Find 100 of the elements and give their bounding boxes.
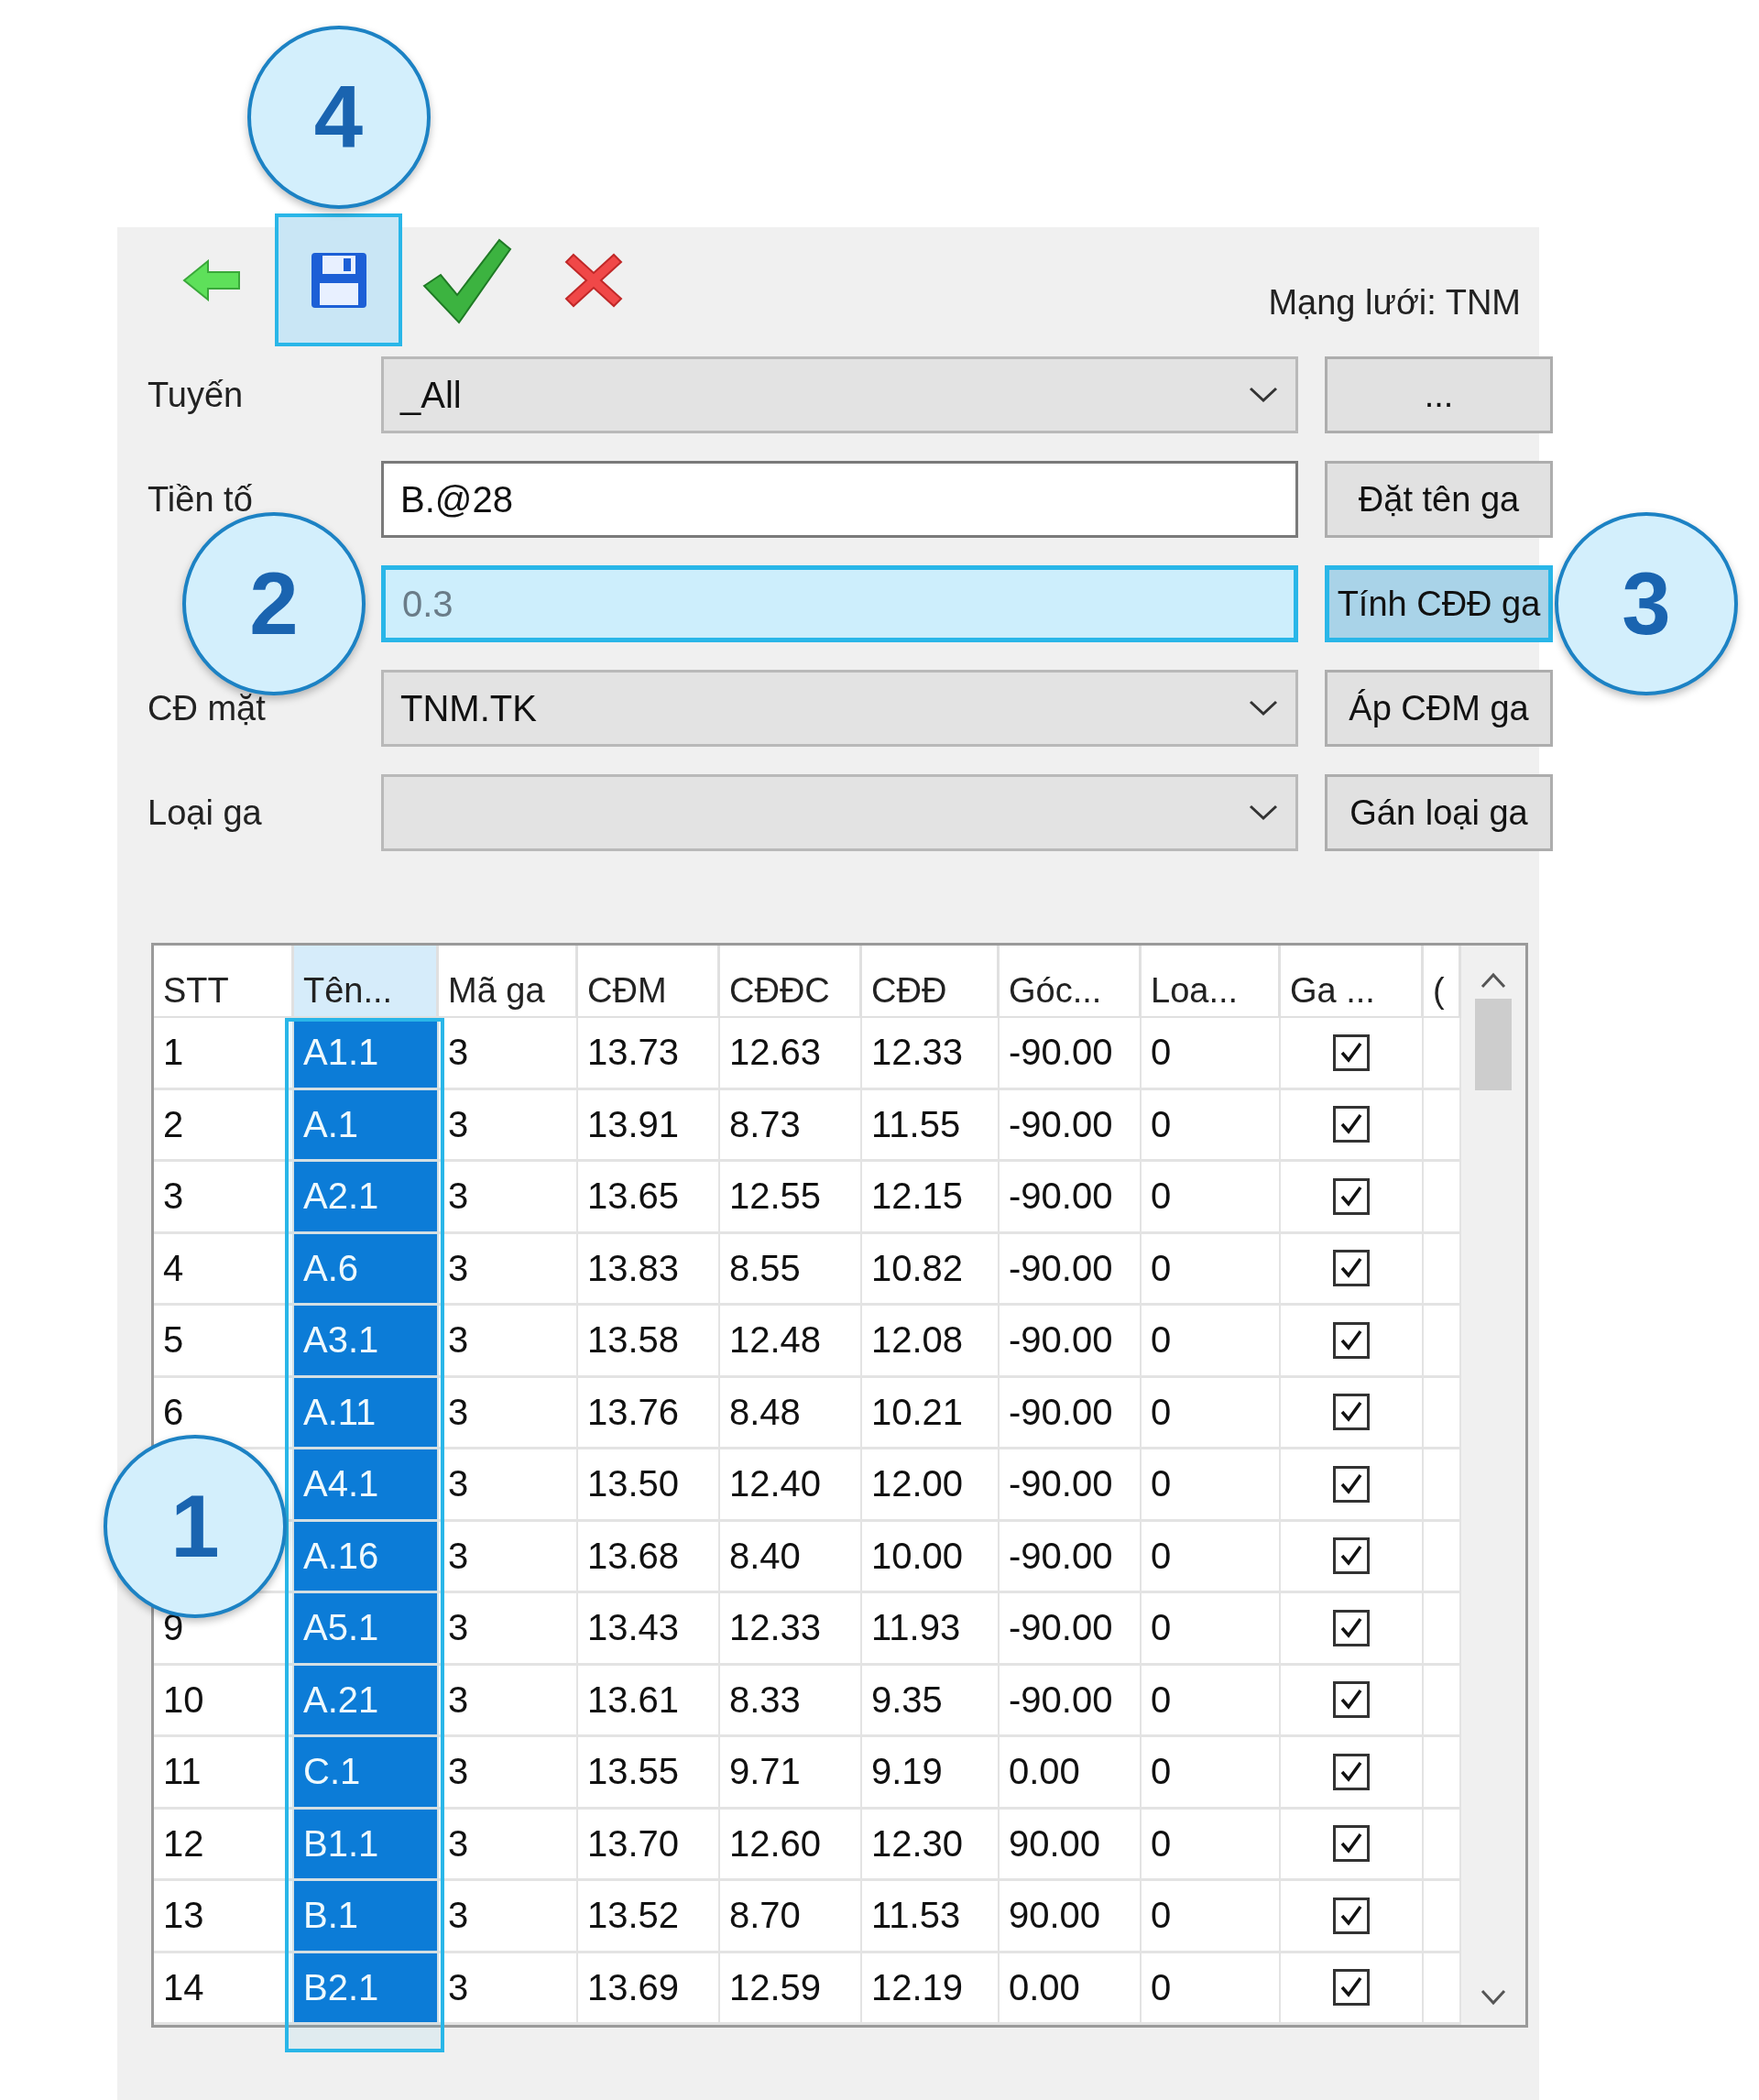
chevron-up-icon — [1480, 971, 1507, 990]
table-cell: 3 — [439, 1881, 578, 1953]
table-cell: 3 — [439, 1089, 578, 1162]
table-cell: A5.1 — [294, 1593, 439, 1666]
table-cell: 13.70 — [578, 1809, 720, 1881]
action-button[interactable]: Áp CĐM ga — [1325, 670, 1553, 747]
table-cell: A4.1 — [294, 1449, 439, 1522]
table-cell: 12.30 — [862, 1809, 1000, 1881]
action-button[interactable]: Đặt tên ga — [1325, 461, 1553, 538]
column-header[interactable]: Góc... — [1000, 946, 1142, 1018]
table-cell: 13.50 — [578, 1449, 720, 1522]
checkbox[interactable] — [1333, 1969, 1370, 2007]
checkbox[interactable] — [1333, 1250, 1370, 1287]
checkbox[interactable] — [1333, 1897, 1370, 1934]
table-cell: A.6 — [294, 1233, 439, 1306]
table-cell: 9.71 — [720, 1737, 862, 1810]
dropdown[interactable]: _All — [381, 356, 1298, 433]
column-header[interactable]: Loa... — [1142, 946, 1281, 1018]
checkbox[interactable] — [1333, 1321, 1370, 1359]
checkbox[interactable] — [1333, 1537, 1370, 1575]
table-cell: 12.00 — [862, 1449, 1000, 1522]
table-cell: 12.40 — [720, 1449, 862, 1522]
action-button[interactable]: Tính CĐĐ ga — [1325, 565, 1553, 642]
table-cell: 3 — [439, 1162, 578, 1234]
table-cell: 0 — [1142, 1665, 1281, 1737]
table-cell: A.11 — [294, 1377, 439, 1449]
table-cell: 13.91 — [578, 1089, 720, 1162]
column-header[interactable]: CĐM — [578, 946, 720, 1018]
column-header[interactable]: CĐĐC — [720, 946, 862, 1018]
table-cell: 3 — [154, 1162, 294, 1234]
table-cell: 0 — [1142, 1162, 1281, 1234]
checkbox[interactable] — [1333, 1753, 1370, 1790]
table-cell: 0 — [1142, 1018, 1281, 1090]
table-cell: A3.1 — [294, 1306, 439, 1378]
column-header[interactable]: Ga ... — [1281, 946, 1424, 1018]
table-cell: 11.93 — [862, 1593, 1000, 1666]
table-cell: 3 — [439, 1952, 578, 2025]
table-cell: -90.00 — [1000, 1377, 1142, 1449]
input-field[interactable]: B.@28 — [381, 461, 1298, 538]
table-cell: A.1 — [294, 1089, 439, 1162]
table-cell: 12.63 — [720, 1018, 862, 1090]
table-cell: 13.61 — [578, 1665, 720, 1737]
chevron-down-icon — [1248, 386, 1279, 404]
table-cell: 3 — [439, 1377, 578, 1449]
table-cell: 0 — [1142, 1952, 1281, 2025]
checkbox[interactable] — [1333, 1681, 1370, 1719]
table-cell: 9.35 — [862, 1665, 1000, 1737]
checkbox[interactable] — [1333, 1034, 1370, 1071]
table-cell: 13.76 — [578, 1377, 720, 1449]
table-cell: -90.00 — [1000, 1233, 1142, 1306]
table-cell: A.21 — [294, 1665, 439, 1737]
table-cell: -90.00 — [1000, 1089, 1142, 1162]
back-arrow-icon — [181, 258, 241, 301]
table-cell: 4 — [154, 1233, 294, 1306]
table-cell: 13.52 — [578, 1881, 720, 1953]
table-cell: 13.68 — [578, 1521, 720, 1593]
table-cell: 90.00 — [1000, 1809, 1142, 1881]
table-cell: 8.48 — [720, 1377, 862, 1449]
table-cell: 13.73 — [578, 1018, 720, 1090]
table-cell: 3 — [439, 1233, 578, 1306]
table-cell: 3 — [439, 1449, 578, 1522]
table-cell: 11 — [154, 1737, 294, 1810]
table-cell: 3 — [439, 1809, 578, 1881]
checkbox[interactable] — [1333, 1394, 1370, 1431]
checkbox[interactable] — [1333, 1106, 1370, 1143]
table-cell: 0 — [1142, 1809, 1281, 1881]
check-icon — [1339, 1903, 1363, 1928]
table-cell: B.1 — [294, 1881, 439, 1953]
action-button[interactable]: ... — [1325, 356, 1553, 433]
table-cell: -90.00 — [1000, 1162, 1142, 1234]
table-cell: 0 — [1142, 1881, 1281, 1953]
table-cell: -90.00 — [1000, 1449, 1142, 1522]
checkbox[interactable] — [1333, 1609, 1370, 1646]
table-cell: 12.60 — [720, 1809, 862, 1881]
table-cell: 12.33 — [720, 1593, 862, 1666]
column-header[interactable]: ( — [1424, 946, 1461, 1018]
table-cell: -90.00 — [1000, 1306, 1142, 1378]
table-cell: -90.00 — [1000, 1665, 1142, 1737]
checkbox[interactable] — [1333, 1177, 1370, 1215]
input-field[interactable]: 0.3 — [381, 565, 1298, 642]
table-cell: 13.58 — [578, 1306, 720, 1378]
save-button[interactable] — [275, 213, 402, 346]
table-cell: 3 — [439, 1665, 578, 1737]
column-header[interactable]: Tên... — [294, 946, 439, 1018]
callout-number: 3 — [1555, 512, 1738, 695]
column-header[interactable]: CĐĐ — [862, 946, 1000, 1018]
table-cell: 90.00 — [1000, 1881, 1142, 1953]
table-cell: 12.33 — [862, 1018, 1000, 1090]
field-label: Loại ga — [147, 793, 262, 833]
scrollbar[interactable] — [1461, 946, 1525, 2025]
check-icon — [1339, 1615, 1363, 1640]
checkbox[interactable] — [1333, 1465, 1370, 1503]
column-header[interactable]: Mã ga — [439, 946, 578, 1018]
dropdown[interactable]: TNM.TK — [381, 670, 1298, 747]
table-cell: 0 — [1142, 1306, 1281, 1378]
action-button[interactable]: Gán loại ga — [1325, 774, 1553, 851]
checkbox[interactable] — [1333, 1825, 1370, 1863]
column-header[interactable]: STT — [154, 946, 294, 1018]
scrollbar-thumb[interactable] — [1475, 999, 1512, 1090]
table-cell: 2 — [154, 1089, 294, 1162]
